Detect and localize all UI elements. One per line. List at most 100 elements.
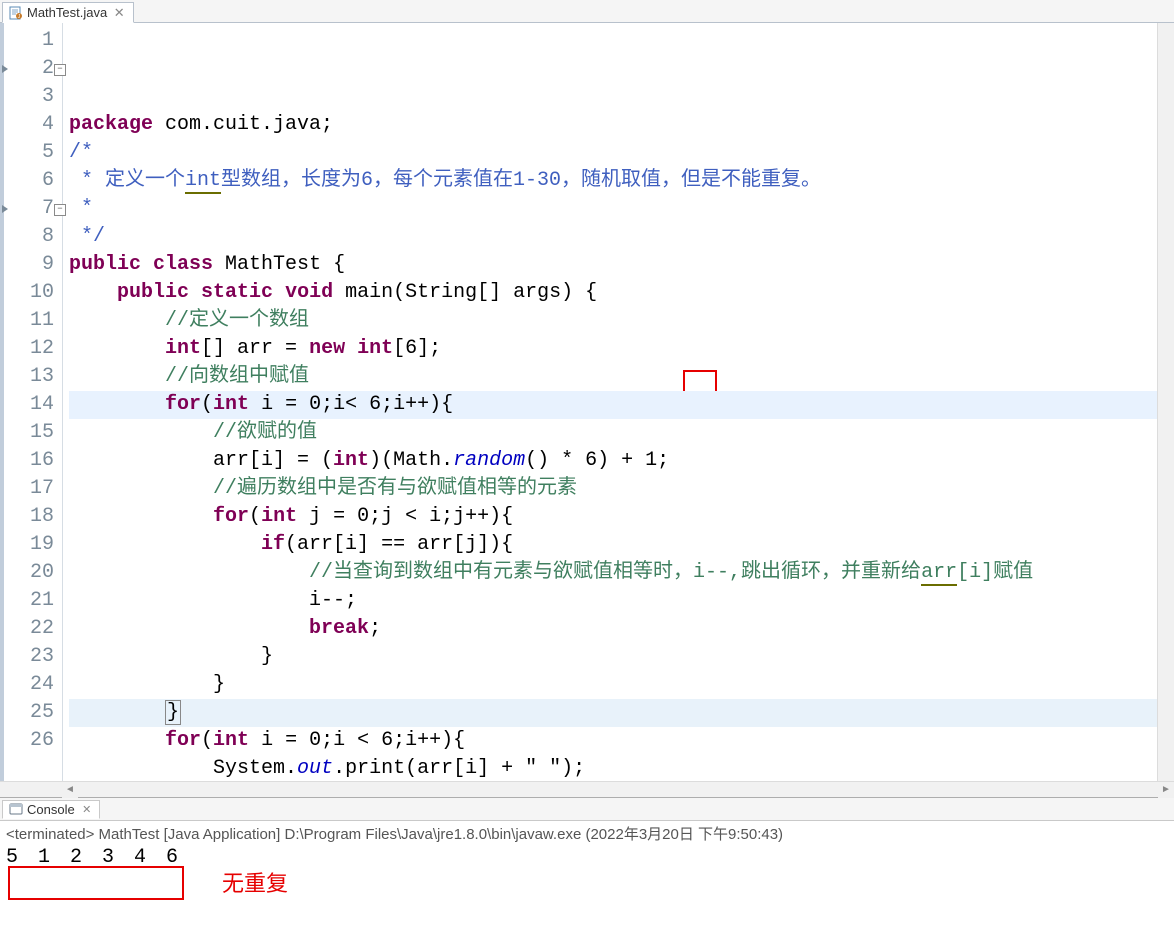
code-token: int <box>213 393 249 416</box>
code-token: for <box>165 729 201 752</box>
code-token: i = 0;i< 6;i++){ <box>249 393 453 416</box>
code-token: ( <box>201 729 213 752</box>
code-line[interactable]: for(int i = 0;i< 6;i++){ <box>69 391 1157 419</box>
code-line[interactable]: arr[i] = (int)(Math.random() * 6) + 1; <box>69 447 1157 475</box>
code-token: int <box>333 449 369 472</box>
code-token: //欲赋的值 <box>213 421 317 444</box>
gutter-marker-icon <box>2 65 8 73</box>
code-line[interactable]: } <box>69 671 1157 699</box>
code-token <box>69 365 165 388</box>
code-line[interactable]: System.out.print(arr[i] + " "); <box>69 755 1157 780</box>
code-token: //当查询到数组中有元素与欲赋值相等时，i--,跳出循环，并重新给 <box>309 561 921 584</box>
scroll-left-arrow-icon[interactable]: ◄ <box>62 782 78 798</box>
code-token: ); <box>561 757 585 780</box>
code-line[interactable]: /* <box>69 139 1157 167</box>
code-text-area[interactable]: package com.cuit.java;/* * 定义一个int型数组，长度… <box>63 23 1157 780</box>
code-token: MathTest { <box>213 253 345 276</box>
code-token: 6 <box>585 449 597 472</box>
code-token: System. <box>69 757 297 780</box>
console-panel: Console ✕ <terminated> MathTest [Java Ap… <box>0 797 1174 946</box>
code-token: ; <box>369 617 381 640</box>
code-token: ) + 1; <box>597 449 669 472</box>
code-token <box>141 253 153 276</box>
code-token: ( <box>249 505 261 528</box>
code-token: 型数组，长度为6，每个元素值在1-30，随机取值，但是不能重复。 <box>221 169 821 192</box>
code-token: } <box>165 700 181 725</box>
code-token: () * <box>525 449 585 472</box>
code-token: //向数组中赋值 <box>165 365 309 388</box>
ide-window: J MathTest.java ✕ 12−34567−8910111213141… <box>0 0 1174 946</box>
line-number: 18 <box>0 503 62 531</box>
line-number: 15 <box>0 419 62 447</box>
code-line[interactable]: } <box>69 643 1157 671</box>
code-line[interactable]: */ <box>69 223 1157 251</box>
code-token <box>69 281 117 304</box>
code-token: void <box>285 281 333 304</box>
code-token: [6]; <box>393 337 441 360</box>
line-number: 1 <box>0 27 62 55</box>
code-token: i = 0;i < 6;i++){ <box>249 729 465 752</box>
code-line[interactable]: //遍历数组中是否有与欲赋值相等的元素 <box>69 475 1157 503</box>
console-tab-label: Console <box>27 802 75 817</box>
line-number: 19 <box>0 531 62 559</box>
code-token <box>69 393 165 416</box>
editor-tab-bar: J MathTest.java ✕ <box>0 0 1174 23</box>
code-line[interactable]: * 定义一个int型数组，长度为6，每个元素值在1-30，随机取值，但是不能重复… <box>69 167 1157 195</box>
gutter-marker-icon <box>2 205 8 213</box>
code-token: j = 0;j < i;j++){ <box>297 505 513 528</box>
code-token: for <box>213 505 249 528</box>
code-line[interactable]: package com.cuit.java; <box>69 111 1157 139</box>
code-token <box>69 309 165 332</box>
close-icon[interactable]: ✕ <box>113 7 125 19</box>
code-token <box>69 617 309 640</box>
code-token: /* <box>69 141 93 164</box>
code-token <box>69 701 165 724</box>
code-line[interactable]: for(int j = 0;j < i;j++){ <box>69 503 1157 531</box>
code-token: static <box>201 281 273 304</box>
annotation-label: 无重复 <box>222 866 288 898</box>
console-tab[interactable]: Console ✕ <box>2 800 100 819</box>
code-line[interactable]: public class MathTest { <box>69 251 1157 279</box>
line-number: 11 <box>0 307 62 335</box>
line-number: 20 <box>0 559 62 587</box>
code-token: } <box>69 673 225 696</box>
line-number: 5 <box>0 139 62 167</box>
code-line[interactable]: break; <box>69 615 1157 643</box>
editor-tab-active[interactable]: J MathTest.java ✕ <box>2 2 134 23</box>
line-number: 8 <box>0 223 62 251</box>
code-line[interactable]: public static void main(String[] args) { <box>69 279 1157 307</box>
code-line[interactable]: for(int i = 0;i < 6;i++){ <box>69 727 1157 755</box>
code-token <box>189 281 201 304</box>
code-line[interactable]: int[] arr = new int[6]; <box>69 335 1157 363</box>
console-status-line: <terminated> MathTest [Java Application]… <box>6 823 1168 844</box>
code-token: arr[i] = ( <box>69 449 333 472</box>
code-token: (arr[i] == arr[j]){ <box>285 533 513 556</box>
console-tab-bar: Console ✕ <box>0 798 1174 821</box>
vertical-scrollbar[interactable] <box>1157 23 1174 780</box>
horizontal-scrollbar[interactable]: ◄ ► <box>0 781 1174 797</box>
code-token: * <box>69 169 105 192</box>
line-number: 17 <box>0 475 62 503</box>
code-line[interactable]: //向数组中赋值 <box>69 363 1157 391</box>
line-number: 22 <box>0 615 62 643</box>
code-line[interactable]: //定义一个数组 <box>69 307 1157 335</box>
scroll-right-arrow-icon[interactable]: ► <box>1158 782 1174 798</box>
code-token: com.cuit.java; <box>165 113 333 136</box>
close-icon[interactable]: ✕ <box>81 803 93 815</box>
code-token: if <box>261 533 285 556</box>
code-token: //遍历数组中是否有与欲赋值相等的元素 <box>213 477 577 500</box>
code-line[interactable]: } <box>69 699 1157 727</box>
code-token: break <box>309 617 369 640</box>
console-body[interactable]: <terminated> MathTest [Java Application]… <box>0 821 1174 946</box>
code-token: 定义一个 <box>105 169 185 192</box>
code-line[interactable]: //欲赋的值 <box>69 419 1157 447</box>
code-token: //定义一个数组 <box>165 309 309 332</box>
code-token: .print(arr[i] + <box>333 757 525 780</box>
code-token: random <box>453 449 525 472</box>
code-editor-area: 12−34567−8910111213141516171819202122232… <box>0 23 1174 780</box>
code-line[interactable]: if(arr[i] == arr[j]){ <box>69 531 1157 559</box>
code-line[interactable]: i--; <box>69 587 1157 615</box>
line-number: 2− <box>0 55 62 83</box>
code-line[interactable]: * <box>69 195 1157 223</box>
code-line[interactable]: //当查询到数组中有元素与欲赋值相等时，i--,跳出循环，并重新给arr[i]赋… <box>69 559 1157 587</box>
